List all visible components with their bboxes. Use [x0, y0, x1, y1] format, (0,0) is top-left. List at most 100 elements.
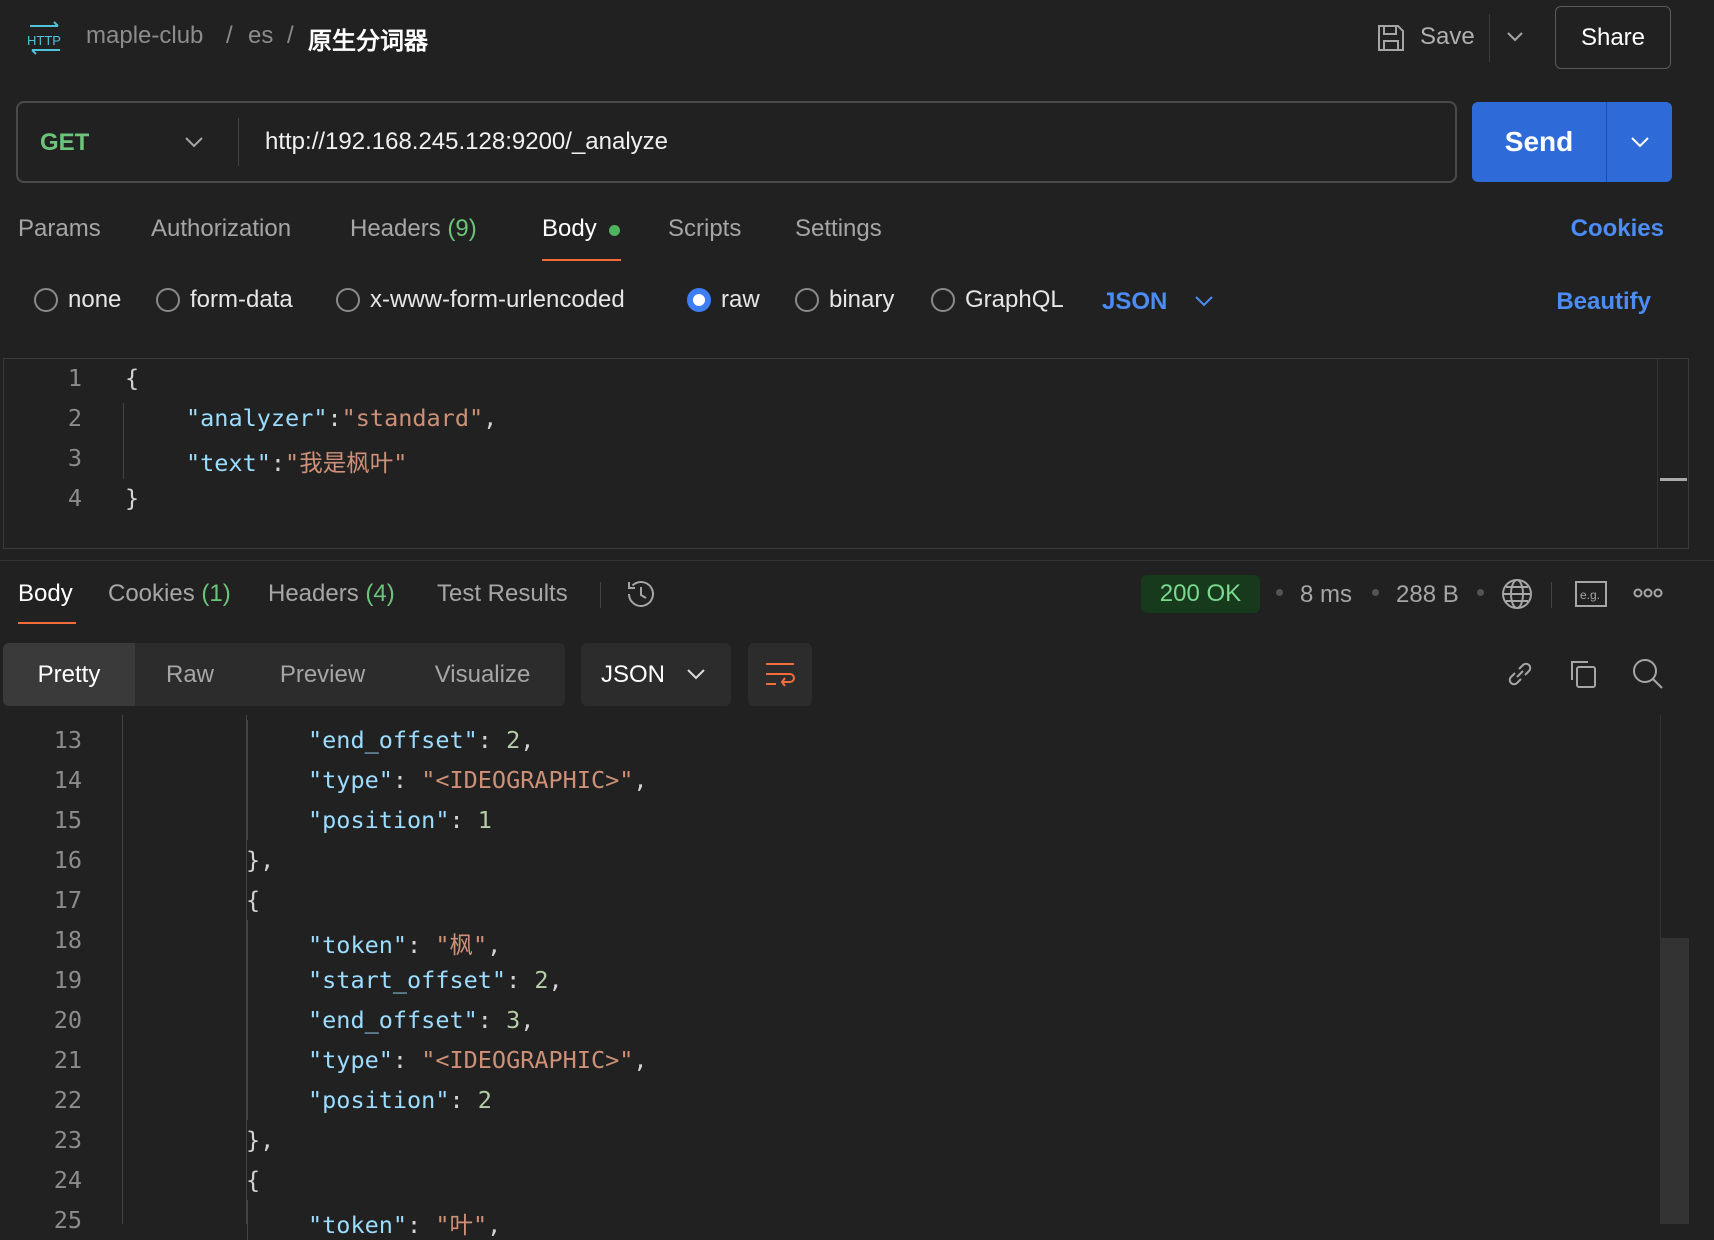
- view-visualize[interactable]: Visualize: [400, 643, 565, 706]
- response-tab-cookies[interactable]: Cookies (1): [108, 580, 231, 608]
- chevron-down-icon[interactable]: [1505, 30, 1525, 44]
- radio-circle[interactable]: [156, 288, 180, 312]
- breadcrumb-workspace[interactable]: maple-club: [86, 22, 203, 50]
- json-string: "我是枫叶": [285, 449, 408, 477]
- tab-label: Headers: [350, 215, 441, 242]
- json-string: "叶": [435, 1211, 488, 1239]
- code-line: "token": "叶",: [308, 1211, 502, 1239]
- scrollbar-thumb[interactable]: [1661, 938, 1689, 1224]
- response-tab-test-results[interactable]: Test Results: [437, 580, 568, 608]
- tab-params[interactable]: Params: [18, 215, 101, 243]
- tab-body[interactable]: Body: [542, 215, 597, 243]
- code-line: },: [246, 1126, 274, 1154]
- code-line: "token": "枫",: [308, 931, 502, 959]
- divider: [600, 582, 601, 608]
- json-string: "<IDEOGRAPHIC>": [421, 1046, 634, 1074]
- radio-circle-selected[interactable]: [687, 288, 711, 312]
- json-key: "end_offset": [308, 726, 478, 754]
- radio-circle[interactable]: [336, 288, 360, 312]
- json-number: 2: [477, 1086, 492, 1114]
- search-icon[interactable]: [1631, 657, 1665, 691]
- json-brace: {: [246, 886, 261, 914]
- tab-label: Headers: [268, 580, 359, 607]
- cookies-count: (1): [201, 580, 231, 607]
- link-icon[interactable]: [1504, 658, 1536, 690]
- radio-label: x-www-form-urlencoded: [370, 286, 625, 313]
- json-number: 3: [506, 1006, 521, 1034]
- scrollbar-thumb[interactable]: [1660, 478, 1687, 481]
- http-icon: HTTP: [27, 21, 61, 55]
- radio-raw[interactable]: raw: [687, 286, 760, 314]
- history-icon[interactable]: [624, 577, 658, 611]
- send-options-chevron-icon[interactable]: [1629, 135, 1651, 149]
- chevron-down-icon[interactable]: [1193, 294, 1215, 308]
- save-button[interactable]: Save: [1420, 23, 1475, 51]
- radio-urlencoded[interactable]: x-www-form-urlencoded: [336, 286, 625, 314]
- line-number: 2: [67, 404, 82, 432]
- svg-text:HTTP: HTTP: [27, 33, 61, 48]
- radio-none[interactable]: none: [34, 286, 121, 314]
- code-line: "type": "<IDEOGRAPHIC>",: [308, 1046, 648, 1074]
- json-number: 2: [506, 726, 521, 754]
- tab-scripts[interactable]: Scripts: [668, 215, 741, 243]
- method-select[interactable]: GET: [40, 129, 89, 157]
- tab-settings[interactable]: Settings: [795, 215, 882, 243]
- send-button[interactable]: Send: [1472, 102, 1606, 182]
- view-pretty[interactable]: Pretty: [3, 643, 135, 706]
- pane-divider[interactable]: [0, 560, 1714, 561]
- page-title[interactable]: 原生分词器: [308, 21, 428, 56]
- divider: [1489, 14, 1490, 62]
- beautify-button[interactable]: Beautify: [1556, 288, 1651, 316]
- line-number: 1: [67, 364, 82, 392]
- line-number: 15: [53, 806, 82, 834]
- radio-graphql[interactable]: GraphQL: [931, 286, 1064, 314]
- line-number: 22: [53, 1086, 82, 1114]
- chevron-down-icon[interactable]: [183, 135, 205, 149]
- tab-label: Body: [542, 215, 597, 242]
- response-size[interactable]: 288 B: [1396, 581, 1459, 609]
- json-brace: {: [125, 364, 140, 392]
- tab-label: Cookies: [108, 580, 195, 607]
- view-raw[interactable]: Raw: [135, 643, 245, 706]
- copy-icon[interactable]: [1568, 658, 1600, 690]
- body-format-select[interactable]: JSON: [1102, 288, 1167, 316]
- code-line: "end_offset": 2,: [308, 726, 535, 754]
- example-icon[interactable]: e.g.: [1574, 580, 1608, 608]
- json-brace: },: [246, 1126, 275, 1154]
- status-badge[interactable]: 200 OK: [1141, 575, 1260, 613]
- json-colon: :: [327, 404, 342, 432]
- line-number: 19: [53, 966, 82, 994]
- radio-label: form-data: [190, 286, 293, 313]
- json-comma: ,: [487, 931, 502, 959]
- more-options-icon[interactable]: [1633, 587, 1663, 599]
- radio-binary[interactable]: binary: [795, 286, 894, 314]
- radio-form-data[interactable]: form-data: [156, 286, 293, 314]
- line-number: 25: [53, 1206, 82, 1234]
- tab-authorization[interactable]: Authorization: [151, 215, 291, 243]
- share-button[interactable]: Share: [1555, 6, 1671, 69]
- response-time[interactable]: 8 ms: [1300, 581, 1352, 609]
- response-tab-headers[interactable]: Headers (4): [268, 580, 395, 608]
- code-line: },: [246, 846, 274, 874]
- globe-icon[interactable]: [1500, 577, 1534, 611]
- dot-separator: [1477, 589, 1484, 596]
- code-line: "type": "<IDEOGRAPHIC>",: [308, 766, 648, 794]
- active-tab-underline: [18, 622, 76, 624]
- response-format-label: JSON: [601, 661, 666, 688]
- line-number: 3: [67, 444, 82, 472]
- radio-circle[interactable]: [931, 288, 955, 312]
- code-line: "text":"我是枫叶": [186, 444, 407, 478]
- code-line: "position": 1: [308, 806, 492, 834]
- wrap-lines-icon: [766, 663, 795, 687]
- json-comma: ,: [520, 726, 535, 754]
- radio-circle[interactable]: [795, 288, 819, 312]
- radio-circle[interactable]: [34, 288, 58, 312]
- view-preview[interactable]: Preview: [245, 643, 400, 706]
- divider: [238, 118, 239, 166]
- tab-headers[interactable]: Headers (9): [350, 215, 477, 243]
- breadcrumb-separator: /: [287, 22, 294, 49]
- url-input[interactable]: http://192.168.245.128:9200/_analyze: [265, 128, 668, 156]
- response-tab-body[interactable]: Body: [18, 580, 73, 608]
- breadcrumb-collection[interactable]: es: [248, 22, 273, 50]
- cookies-link[interactable]: Cookies: [1571, 215, 1664, 243]
